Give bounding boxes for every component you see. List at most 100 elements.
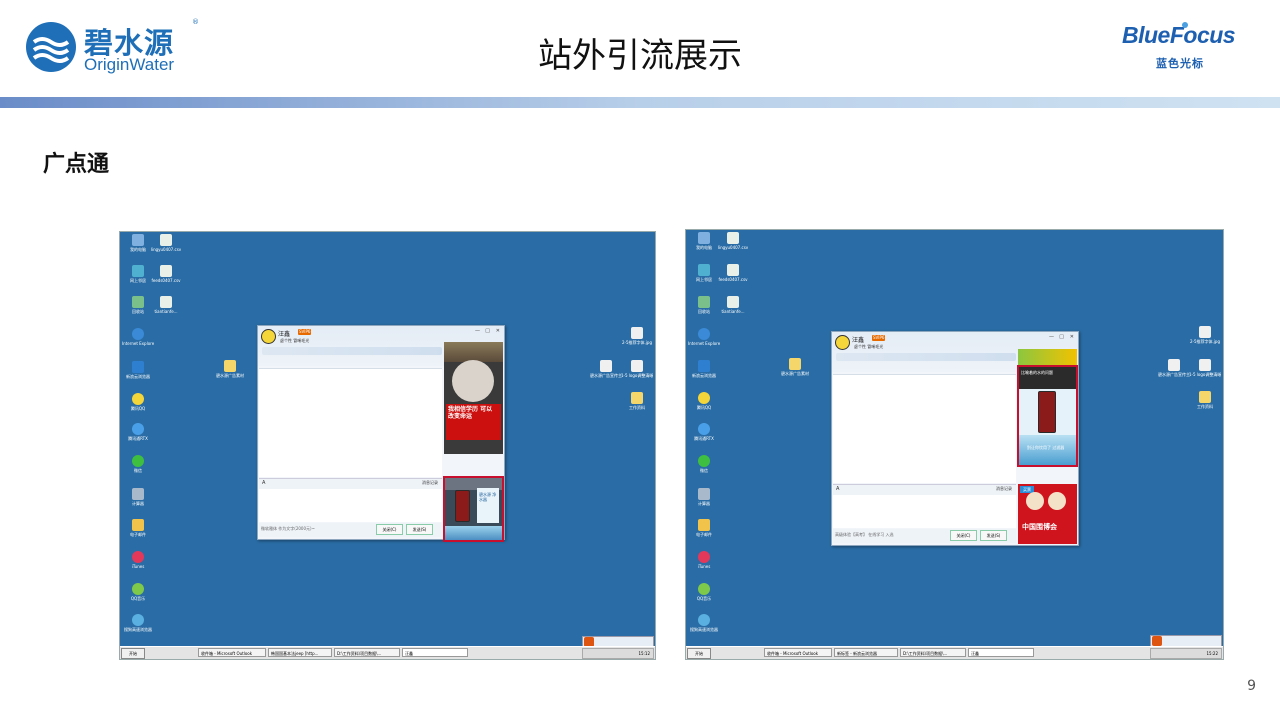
- recycle-bin-icon: [698, 296, 710, 308]
- desktop-icon-my-computer[interactable]: 我的电脑: [688, 232, 720, 250]
- taskbar-item[interactable]: 收件箱 - Microsoft Outlook: [764, 648, 832, 657]
- file-icon: [727, 264, 739, 276]
- taskbar-item[interactable]: 收件箱 - Microsoft Outlook: [198, 648, 266, 657]
- desktop-icon-recycle-bin[interactable]: 回收站: [688, 296, 720, 314]
- close-icon[interactable]: ✕: [496, 328, 500, 334]
- ad-banner-top[interactable]: 比喻着的水的问题 别让你饮用了 过滤器: [1017, 365, 1078, 467]
- contact-name: 汪鑫: [278, 331, 291, 338]
- file-icon: [160, 265, 172, 277]
- desktop-icon-file[interactable]: feeds0407.csv: [717, 264, 749, 282]
- desktop-icon-calculator[interactable]: 计算器: [688, 488, 720, 506]
- send-button[interactable]: 发送(S): [980, 530, 1007, 541]
- taskbar-item-active[interactable]: 汪鑫: [402, 648, 468, 657]
- desktop-icon-file[interactable]: feeds0407.csv: [150, 265, 182, 283]
- taskbar-item[interactable]: 韩国国基本法jeep [http...: [268, 648, 332, 657]
- desktop-icon-qq-music[interactable]: QQ音乐: [122, 583, 154, 601]
- desktop-icon-browser[interactable]: 新浪云浏览器: [122, 361, 154, 379]
- minimize-icon[interactable]: —: [1049, 334, 1054, 340]
- close-button[interactable]: 关闭(C): [376, 524, 403, 535]
- image-icon: [631, 327, 643, 339]
- taskbar-item[interactable]: D:\工作资料\项目数据\...: [900, 648, 966, 657]
- desktop-icon-wechat[interactable]: 微信: [688, 455, 720, 473]
- ad-strip-top[interactable]: [1018, 349, 1077, 365]
- message-input[interactable]: [833, 495, 1016, 528]
- mascot-icon: [1048, 492, 1066, 510]
- desktop-icon-browser[interactable]: 新浪云浏览器: [688, 360, 720, 378]
- desktop-icon-folder[interactable]: 碧水源广告素材: [779, 358, 811, 376]
- mascot-icon: [1026, 492, 1044, 510]
- desktop-icon-itunes[interactable]: iTunes: [122, 551, 154, 569]
- start-button[interactable]: 开始: [687, 648, 711, 659]
- wechat-icon: [132, 455, 144, 467]
- music-icon: [132, 583, 144, 595]
- desktop-icon-calculator[interactable]: 计算器: [122, 488, 154, 506]
- taskbar-item[interactable]: D:\工作资料\项目数据\...: [334, 648, 400, 657]
- desktop-icon-ie[interactable]: Internet Explorer: [122, 328, 154, 346]
- network-icon: [132, 265, 144, 277]
- chat-history-area[interactable]: [833, 374, 1016, 483]
- chat-record-link[interactable]: 消息记录: [996, 486, 1012, 492]
- browser-icon: [132, 361, 144, 373]
- desktop-icon-folder[interactable]: 工作资料: [621, 392, 653, 410]
- desktop-icon-sogou[interactable]: 搜狗高速浏览器: [688, 614, 720, 632]
- desktop-icon-image[interactable]: 2-5推荐字体.jpg: [621, 327, 653, 345]
- desktop-icon-file[interactable]: lingyu0407.csv: [150, 234, 182, 252]
- folder-icon: [631, 392, 643, 404]
- contact-avatar[interactable]: [835, 335, 850, 350]
- desktop-icon-image[interactable]: 碧水源广告宣传主图: [1158, 359, 1190, 377]
- taskbar: 开始 收件箱 - Microsoft Outlook 韩国国基本法jeep [h…: [120, 646, 655, 659]
- ad-banner-bottom[interactable]: 买票 中国围博会: [1018, 484, 1077, 544]
- desktop-icon-sogou[interactable]: 搜狗高速浏览器: [122, 614, 154, 632]
- maximize-icon[interactable]: □: [485, 328, 490, 334]
- font-icon[interactable]: A: [836, 486, 839, 492]
- registered-mark: ®: [192, 18, 199, 26]
- chat-toolbar[interactable]: [262, 347, 442, 355]
- desktop-icon-folder[interactable]: 碧水源广告素材: [214, 360, 246, 378]
- message-input[interactable]: [259, 489, 442, 522]
- qq-chat-window[interactable]: 汪鑫 SVIP6 虚个性 冒唏毛光 — □ ✕ A 消息记录 微软雅体 作为文字…: [257, 325, 505, 542]
- desktop-icon-mail[interactable]: 电子邮件: [688, 519, 720, 537]
- taskbar-item[interactable]: 新标签 - 新浪云浏览器: [834, 648, 898, 657]
- ad-portrait: [452, 360, 494, 402]
- chat-record-link[interactable]: 消息记录: [422, 480, 438, 486]
- folder-icon: [1199, 391, 1211, 403]
- desktop-icon-qq-music[interactable]: QQ音乐: [688, 583, 720, 601]
- desktop-icon-itunes[interactable]: iTunes: [688, 551, 720, 569]
- desktop-icon-image[interactable]: 碧水源广告宣传主图: [590, 360, 622, 378]
- ad-banner-top[interactable]: 我相信学历 可以 改变命运: [444, 342, 503, 454]
- start-button[interactable]: 开始: [121, 648, 145, 659]
- contact-avatar[interactable]: [261, 329, 276, 344]
- desktop-icon-ie[interactable]: Internet Explorer: [688, 328, 720, 346]
- desktop-icon-rtx[interactable]: 腾讯通RTX: [688, 423, 720, 441]
- font-icon[interactable]: A: [262, 480, 265, 486]
- close-button[interactable]: 关闭(C): [950, 530, 977, 541]
- chat-history-area[interactable]: [259, 368, 442, 477]
- chat-toolbar[interactable]: [836, 353, 1016, 361]
- desktop-icon-network[interactable]: 网上邻居: [688, 264, 720, 282]
- file-icon: [727, 296, 739, 308]
- taskbar-item-active[interactable]: 汪鑫: [968, 648, 1034, 657]
- minimize-icon[interactable]: —: [475, 328, 480, 334]
- desktop-icon-rtx[interactable]: 腾讯通RTX: [122, 423, 154, 441]
- desktop-icon-image[interactable]: 1-5 logo调整清晰.jpg: [1189, 359, 1221, 377]
- vip-badge: SVIP6: [298, 329, 312, 335]
- qq-chat-window[interactable]: 汪鑫 SVIP6 虚个性 冒唏毛光 — □ ✕ A 消息记录 高级体验【高考】 …: [831, 331, 1079, 546]
- desktop-icon-file[interactable]: tiantianfe...: [150, 296, 182, 314]
- maximize-icon[interactable]: □: [1059, 334, 1064, 340]
- desktop-icon-image[interactable]: 1-5 logo调整清晰.jpg: [621, 360, 653, 378]
- image-icon: [1199, 359, 1211, 371]
- send-button[interactable]: 发送(S): [406, 524, 433, 535]
- close-icon[interactable]: ✕: [1070, 334, 1074, 340]
- ad-banner-bottom[interactable]: 碧水源 净水器: [443, 476, 504, 542]
- desktop-icon-file[interactable]: lingyu0407.csv: [717, 232, 749, 250]
- desktop-icon-image[interactable]: 2-5推荐字体.jpg: [1189, 326, 1221, 344]
- ad-caption: 别让你饮用了 过滤器: [1027, 445, 1065, 450]
- desktop-icon-qq[interactable]: 腾讯QQ: [688, 392, 720, 410]
- desktop-icon-qq[interactable]: 腾讯QQ: [122, 393, 154, 411]
- desktop-icon-folder[interactable]: 工作资料: [1189, 391, 1221, 409]
- desktop-icon-wechat[interactable]: 微信: [122, 455, 154, 473]
- desktop-icon-mail[interactable]: 电子邮件: [122, 519, 154, 537]
- mail-icon: [698, 519, 710, 531]
- desktop-icon-file[interactable]: tiantianfe...: [717, 296, 749, 314]
- input-footer: 微软雅体 作为文字(2000元)~ 关闭(C) 发送(S): [259, 523, 442, 537]
